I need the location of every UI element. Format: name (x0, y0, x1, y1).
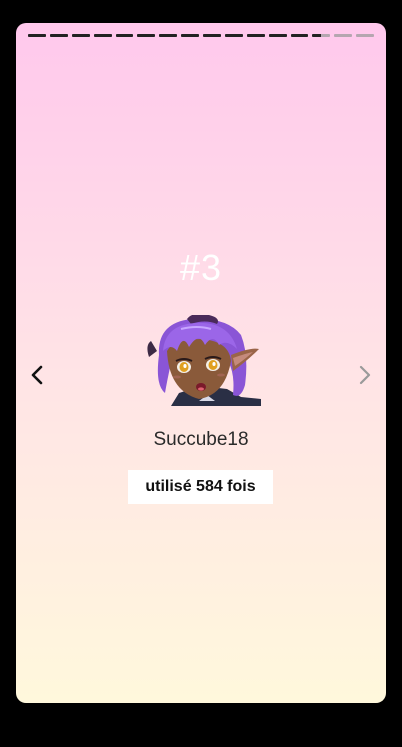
progress-segment (290, 34, 309, 37)
progress-segment (49, 34, 68, 37)
rank-label: #3 (179, 247, 223, 288)
chevron-left-icon (31, 365, 43, 385)
progress-segment (334, 34, 353, 37)
progress-segment (356, 34, 374, 37)
progress-segment (312, 34, 331, 37)
next-button[interactable] (354, 363, 376, 387)
progress-segment (181, 34, 199, 37)
progress-segment (28, 34, 46, 37)
progress-segment (137, 34, 156, 37)
progress-segment (159, 34, 178, 37)
user-avatar (141, 315, 261, 406)
story-card: #3 Succube18 utilisé 584 fois (16, 23, 386, 703)
usage-count-badge: utilisé 584 fois (128, 470, 273, 504)
progress-segment (203, 34, 221, 37)
progress-segment (115, 34, 134, 37)
username: Succube18 (153, 429, 249, 450)
progress-segment (268, 34, 287, 37)
progress-segment (246, 34, 265, 37)
progress-segment (224, 34, 243, 37)
progress-segment (71, 34, 90, 37)
progress-segment (93, 34, 112, 37)
chevron-right-icon (359, 365, 371, 385)
story-progress-bar (28, 34, 374, 37)
elf-girl-avatar-icon (147, 315, 261, 406)
previous-button[interactable] (26, 363, 48, 387)
